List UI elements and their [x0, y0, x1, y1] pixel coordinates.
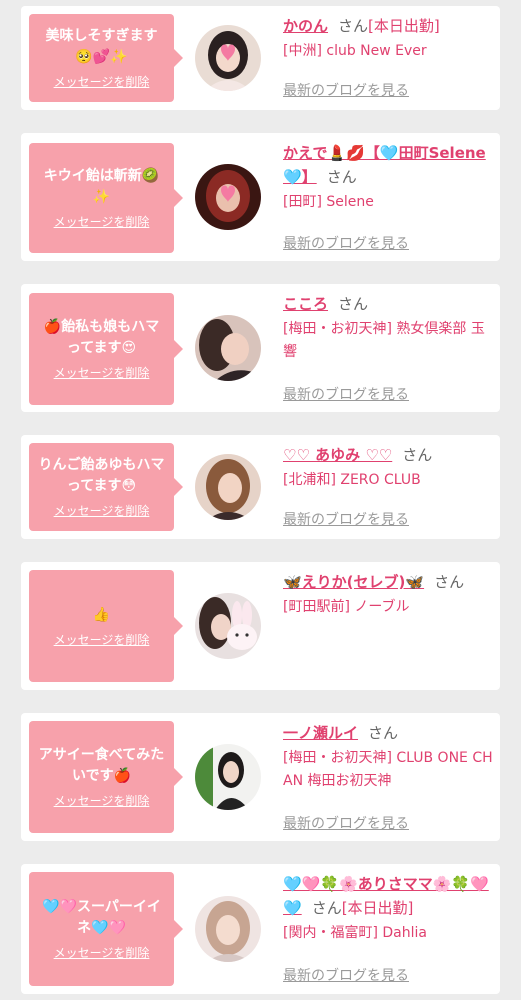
avatar[interactable]: [195, 454, 261, 520]
honorific: さん: [338, 17, 369, 35]
cast-name-link[interactable]: こころ: [283, 295, 328, 313]
list-item: キウイ飴は斬新🥝✨ メッセージを削除 かえで💄💋【🩵田町Selene🩵】 さん […: [21, 133, 500, 261]
message-bubble: 👍 メッセージを削除: [29, 570, 183, 682]
delete-message-link[interactable]: メッセージを削除: [54, 364, 150, 381]
shop-label: [中洲] club New Ever: [283, 43, 427, 59]
message-text: 🩵🩷スーパーイイネ🩵🩷: [42, 899, 161, 936]
message-text: りんご飴あゆもハマってます😳: [38, 457, 165, 494]
cast-info: かえで💄💋【🩵田町Selene🩵】 さん [田町] Selene: [283, 141, 495, 214]
message-bubble: 🩵🩷スーパーイイネ🩵🩷 メッセージを削除: [29, 872, 183, 986]
message-bubble: 美味しそすぎます🥺💕✨ メッセージを削除: [29, 14, 183, 102]
avatar[interactable]: [195, 593, 261, 659]
delete-message-link[interactable]: メッセージを削除: [54, 944, 150, 961]
delete-message-link[interactable]: メッセージを削除: [54, 502, 150, 519]
latest-blog-link[interactable]: 最新のブログを見る: [283, 233, 409, 253]
message-bubble: りんご飴あゆもハマってます😳 メッセージを削除: [29, 443, 183, 531]
avatar-image: [195, 593, 261, 659]
name-line: 一ノ瀬ルイ さん: [283, 721, 495, 745]
message-bubble: アサイー食べてみたいです🍎 メッセージを削除: [29, 721, 183, 833]
cast-info: 一ノ瀬ルイ さん [梅田・お初天神] CLUB ONE CHAN 梅田お初天神: [283, 721, 495, 793]
shop-label: [北浦和] ZERO CLUB: [283, 472, 421, 488]
shop-label: [関内・福富町] Dahlia: [283, 925, 427, 941]
cast-name-link[interactable]: 🦋えりか(セレブ)🦋: [283, 573, 424, 591]
list-item: 美味しそすぎます🥺💕✨ メッセージを削除 かのん さん[本日出勤] [中洲] cl…: [21, 6, 500, 110]
list-item: アサイー食べてみたいです🍎 メッセージを削除 一ノ瀬ルイ さん [梅田・お初天神]…: [21, 713, 500, 841]
avatar-image: [195, 744, 261, 810]
message-text: 👍: [92, 606, 111, 623]
latest-blog-link[interactable]: 最新のブログを見る: [283, 384, 409, 404]
name-line: こころ さん: [283, 292, 495, 316]
avatar[interactable]: [195, 744, 261, 810]
name-line: ♡♡ あゆみ ♡♡ さん: [283, 443, 495, 467]
shop-label: [梅田・お初天神] CLUB ONE CHAN 梅田お初天神: [283, 750, 493, 789]
latest-blog-link[interactable]: 最新のブログを見る: [283, 965, 409, 985]
name-line: かのん さん[本日出勤]: [283, 14, 495, 38]
avatar[interactable]: [195, 25, 261, 91]
honorific: さん: [326, 168, 357, 186]
avatar-image: [195, 896, 261, 962]
shop-label: [田町] Selene: [283, 194, 374, 210]
message-text: 美味しそすぎます🥺💕✨: [45, 28, 158, 65]
name-line: 🩵🩷🍀🌸ありさママ🌸🍀🩷🩵 さん[本日出勤]: [283, 872, 495, 920]
latest-blog-link[interactable]: 最新のブログを見る: [283, 509, 409, 529]
avatar-image: [195, 164, 261, 230]
delete-message-link[interactable]: メッセージを削除: [54, 792, 150, 809]
shop-label: [町田駅前] ノーブル: [283, 599, 410, 615]
latest-blog-link[interactable]: 最新のブログを見る: [283, 813, 409, 833]
message-bubble: 🍎飴私も娘もハマってます😍 メッセージを削除: [29, 293, 183, 405]
delete-message-link[interactable]: メッセージを削除: [54, 73, 150, 90]
avatar-image: [195, 454, 261, 520]
cast-info: こころ さん [梅田・お初天神] 熟女倶楽部 玉響: [283, 292, 495, 364]
message-list: 美味しそすぎます🥺💕✨ メッセージを削除 かのん さん[本日出勤] [中洲] cl…: [0, 0, 521, 1000]
message-text: キウイ飴は斬新🥝✨: [43, 168, 160, 205]
list-item: 🩵🩷スーパーイイネ🩵🩷 メッセージを削除 🩵🩷🍀🌸ありさママ🌸🍀🩷🩵 さん[本日出…: [21, 864, 500, 994]
delete-message-link[interactable]: メッセージを削除: [54, 213, 150, 230]
list-item: りんご飴あゆもハマってます😳 メッセージを削除 ♡♡ あゆみ ♡♡ さん [北浦和…: [21, 435, 500, 539]
honorific: さん: [368, 724, 399, 742]
cast-name-link[interactable]: かのん: [283, 17, 328, 35]
message-bubble: キウイ飴は斬新🥝✨ メッセージを削除: [29, 143, 183, 253]
honorific: さん: [434, 573, 465, 591]
honorific: さん: [311, 899, 342, 917]
status-badge: [本日出勤]: [368, 17, 440, 35]
name-line: 🦋えりか(セレブ)🦋 さん: [283, 570, 495, 594]
message-text: アサイー食べてみたいです🍎: [38, 747, 165, 784]
latest-blog-link[interactable]: 最新のブログを見る: [283, 80, 409, 100]
avatar[interactable]: [195, 164, 261, 230]
delete-message-link[interactable]: メッセージを削除: [54, 631, 150, 648]
list-item: 🍎飴私も娘もハマってます😍 メッセージを削除 こころ さん [梅田・お初天神] 熟…: [21, 284, 500, 412]
avatar[interactable]: [195, 896, 261, 962]
honorific: さん: [402, 446, 433, 464]
cast-info: 🦋えりか(セレブ)🦋 さん [町田駅前] ノーブル: [283, 570, 495, 619]
cast-name-link[interactable]: ♡♡ あゆみ ♡♡: [283, 446, 392, 464]
message-text: 🍎飴私も娘もハマってます😍: [43, 319, 160, 356]
status-badge: [本日出勤]: [341, 899, 414, 917]
avatar-image: [195, 315, 261, 381]
cast-info: かのん さん[本日出勤] [中洲] club New Ever: [283, 14, 495, 63]
cast-info: ♡♡ あゆみ ♡♡ さん [北浦和] ZERO CLUB: [283, 443, 495, 492]
cast-name-link[interactable]: かえで💄💋【🩵田町Selene🩵】: [283, 144, 486, 186]
cast-info: 🩵🩷🍀🌸ありさママ🌸🍀🩷🩵 さん[本日出勤] [関内・福富町] Dahlia: [283, 872, 495, 945]
shop-label: [梅田・お初天神] 熟女倶楽部 玉響: [283, 321, 485, 360]
list-item: 👍 メッセージを削除 🦋えりか(セレブ)🦋 さん [町田駅前] ノーブル: [21, 562, 500, 690]
cast-name-link[interactable]: 一ノ瀬ルイ: [283, 724, 358, 742]
avatar-image: [195, 25, 261, 91]
honorific: さん: [338, 295, 369, 313]
avatar[interactable]: [195, 315, 261, 381]
name-line: かえで💄💋【🩵田町Selene🩵】 さん: [283, 141, 495, 189]
